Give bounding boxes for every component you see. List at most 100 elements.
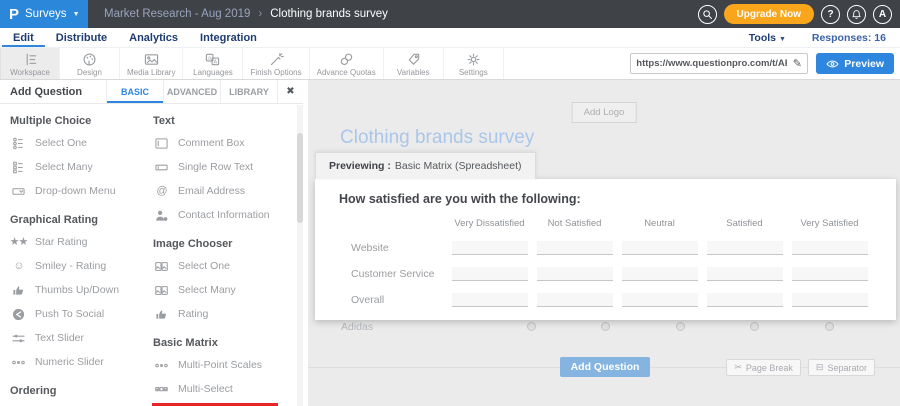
- survey-url-field[interactable]: https://www.questionpro.com/t/APNrFZ ✎: [630, 53, 808, 74]
- slider-num-icon: [11, 356, 26, 369]
- radio-option-icon: [527, 322, 536, 331]
- question-type-single-row-text[interactable]: Single Row Text: [151, 155, 301, 179]
- matrix-cell: [787, 293, 872, 307]
- radio-list-icon: [11, 137, 26, 150]
- question-type-label: Drop-down Menu: [35, 185, 116, 197]
- question-type-email-address[interactable]: @Email Address: [151, 179, 301, 203]
- question-type-push-to-social[interactable]: Push To Social: [8, 302, 151, 326]
- question-text: How satisfied are you with the following…: [339, 192, 896, 206]
- avatar[interactable]: A: [873, 5, 892, 24]
- spreadsheet-cell-input[interactable]: [622, 241, 698, 255]
- question-type-star-rating[interactable]: ★★Star Rating: [8, 230, 151, 254]
- question-type-select-one[interactable]: Select One: [8, 131, 151, 155]
- responses-count[interactable]: Responses: 16: [812, 32, 886, 44]
- breadcrumb-survey: Clothing brands survey: [270, 8, 388, 20]
- matrix-cell: [617, 293, 702, 307]
- preview-button[interactable]: Preview: [816, 53, 894, 74]
- close-icon[interactable]: ✖: [277, 80, 303, 103]
- spreadsheet-cell-input[interactable]: [452, 241, 528, 255]
- help-icon[interactable]: ?: [821, 5, 840, 24]
- add-question-button[interactable]: Add Question: [560, 357, 650, 377]
- spreadsheet-cell-input[interactable]: [537, 293, 613, 307]
- question-type-label: Smiley - Rating: [35, 260, 106, 272]
- content-area: Add Question BASICADVANCEDLIBRARY ✖ Mult…: [0, 80, 900, 406]
- spreadsheet-cell-input[interactable]: [452, 293, 528, 307]
- toolbar-item-settings[interactable]: Settings: [444, 48, 504, 79]
- spreadsheet-cell-input[interactable]: [622, 293, 698, 307]
- question-type-thumbs-up-down[interactable]: Thumbs Up/Down: [8, 278, 151, 302]
- question-type-select-one[interactable]: Select One: [151, 254, 301, 278]
- edit-url-pencil-icon[interactable]: ✎: [787, 57, 807, 70]
- matrix-column-header-label: Very Satisfied: [800, 218, 858, 229]
- question-type-rank-order[interactable]: Rank Order: [8, 401, 151, 406]
- question-type-select-many[interactable]: Select Many: [151, 278, 301, 302]
- nav-tab-distribute[interactable]: Distribute: [45, 28, 118, 47]
- question-type-select-many[interactable]: Select Many: [8, 155, 151, 179]
- nav-tab-analytics[interactable]: Analytics: [118, 28, 189, 47]
- toolbar-item-variables[interactable]: Variables: [384, 48, 444, 79]
- question-type-multi-point-scales[interactable]: Multi-Point Scales: [151, 353, 301, 377]
- spreadsheet-cell-input[interactable]: [792, 267, 868, 281]
- spreadsheet-cell-input[interactable]: [707, 293, 783, 307]
- previewing-question-type: Basic Matrix (Spreadsheet): [395, 160, 522, 172]
- panel-tab-advanced[interactable]: ADVANCED: [163, 80, 220, 103]
- section-heading: Multiple Choice: [10, 115, 151, 127]
- matrix-row-label: Website: [351, 242, 447, 254]
- spreadsheet-cell-input[interactable]: [537, 241, 613, 255]
- survey-title: Clothing brands survey: [340, 127, 534, 149]
- spreadsheet-cell-input[interactable]: [622, 267, 698, 281]
- spreadsheet-cell-input[interactable]: [792, 241, 868, 255]
- toolbar-item-advance-quotas[interactable]: Advance Quotas: [310, 48, 384, 79]
- question-type-column: Multiple Choice Select One Select Many Drop…: [8, 104, 151, 406]
- separator-button[interactable]: ⊟Separator: [808, 359, 875, 376]
- question-type-label: Select Many: [178, 284, 236, 296]
- questionpro-logo: P: [9, 7, 19, 22]
- spreadsheet-cell-input[interactable]: [537, 267, 613, 281]
- matrix-column-header: Very Dissatisfied: [447, 218, 532, 229]
- upgrade-now-button[interactable]: Upgrade Now: [724, 4, 814, 24]
- question-type-numeric-slider[interactable]: Numeric Slider: [8, 350, 151, 374]
- matrix-row: Website: [315, 235, 896, 261]
- toolbar-item-languages[interactable]: aALanguages: [183, 48, 243, 79]
- tools-menu[interactable]: Tools ▼: [749, 32, 786, 44]
- toolbar-item-workspace[interactable]: Workspace: [0, 48, 60, 79]
- matrix-header-row: Very DissatisfiedNot SatisfiedNeutralSat…: [315, 211, 896, 235]
- question-type-drop-down-menu[interactable]: Drop-down Menu: [8, 179, 151, 203]
- question-type-label: Text Slider: [35, 332, 84, 344]
- spreadsheet-cell-input[interactable]: [792, 293, 868, 307]
- toolbar-item-label: Design: [77, 68, 102, 77]
- svg-text:A: A: [214, 59, 218, 65]
- toolbar-item-media-library[interactable]: Media Library: [120, 48, 183, 79]
- question-type-label: Select One: [35, 137, 87, 149]
- search-icon[interactable]: [698, 5, 717, 24]
- matrix-cell: [702, 267, 787, 281]
- nav-tab-integration[interactable]: Integration: [189, 28, 268, 47]
- insert-controls: ✂Page Break ⊟Separator: [726, 359, 875, 376]
- notifications-bell-icon[interactable]: [847, 5, 866, 24]
- question-type-rating[interactable]: Rating: [151, 302, 301, 326]
- panel-tab-basic[interactable]: BASIC: [106, 80, 163, 103]
- spreadsheet-cell-input[interactable]: [707, 267, 783, 281]
- spreadsheet-cell-input[interactable]: [707, 241, 783, 255]
- add-logo-button[interactable]: Add Logo: [572, 102, 637, 123]
- matrix-cell: [787, 241, 872, 255]
- question-type-multi-select[interactable]: Multi-Select: [151, 377, 301, 401]
- eye-icon: [826, 59, 839, 69]
- question-type-comment-box[interactable]: Comment Box: [151, 131, 301, 155]
- add-question-panel: Add Question BASICADVANCEDLIBRARY ✖ Mult…: [0, 80, 303, 406]
- spreadsheet-cell-input[interactable]: [452, 267, 528, 281]
- surveys-menu[interactable]: P Surveys ▼: [0, 0, 88, 28]
- scrollbar-thumb[interactable]: [297, 133, 303, 223]
- panel-scrollbar[interactable]: [297, 105, 303, 406]
- page-break-button[interactable]: ✂Page Break: [726, 359, 801, 376]
- matrix-cell: [447, 241, 532, 255]
- toolbar-item-finish-options[interactable]: Finish Options: [243, 48, 309, 79]
- question-type-smiley-rating[interactable]: ☺Smiley - Rating: [8, 254, 151, 278]
- design-icon: [82, 52, 97, 67]
- nav-tab-edit[interactable]: Edit: [2, 28, 45, 47]
- question-type-text-slider[interactable]: Text Slider: [8, 326, 151, 350]
- breadcrumb-folder[interactable]: Market Research - Aug 2019: [104, 8, 250, 20]
- toolbar-item-design[interactable]: Design: [60, 48, 120, 79]
- question-type-contact-information[interactable]: Contact Information: [151, 203, 301, 227]
- panel-tab-library[interactable]: LIBRARY: [220, 80, 277, 103]
